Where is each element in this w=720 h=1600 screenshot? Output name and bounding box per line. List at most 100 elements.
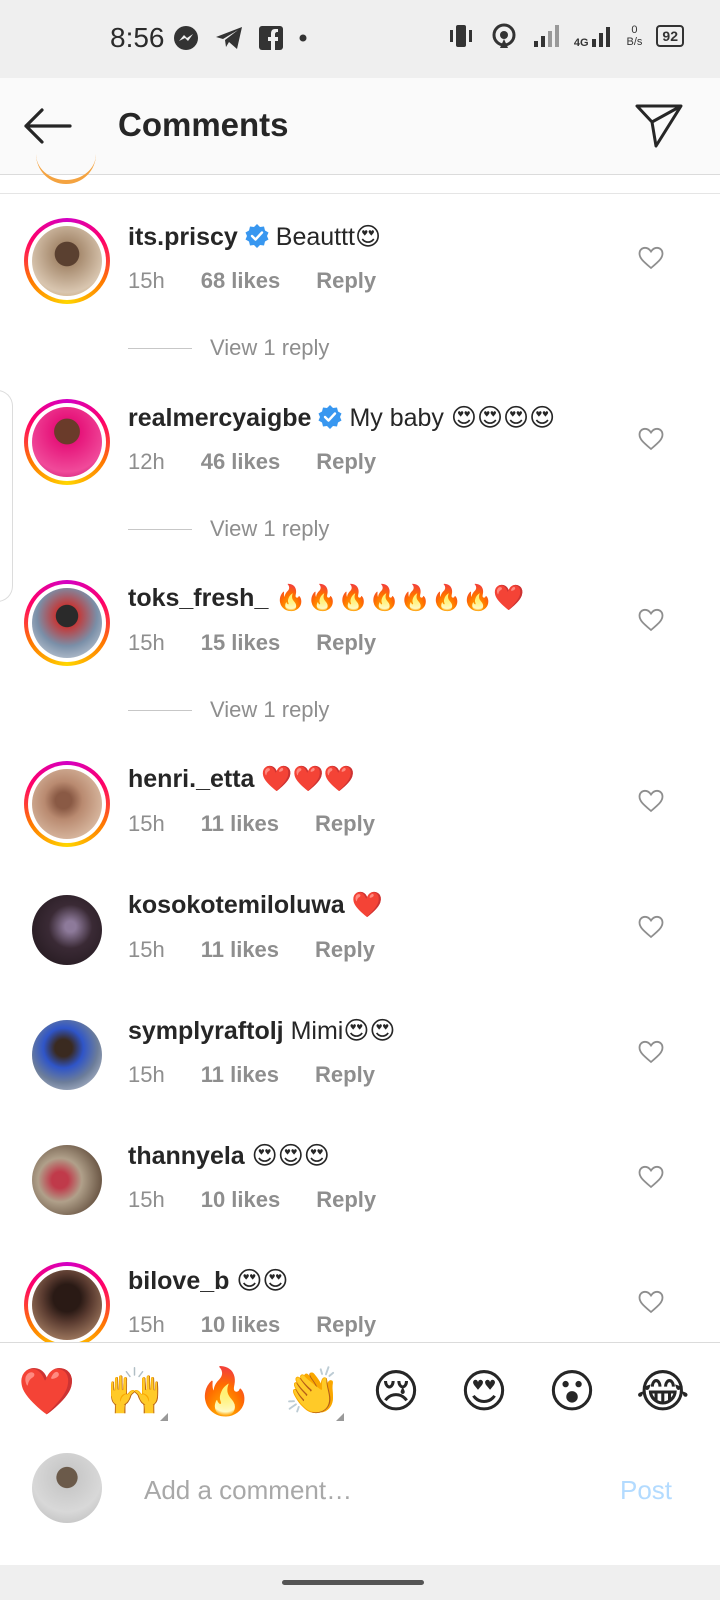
- like-heart-icon[interactable]: [638, 1165, 664, 1189]
- comment-username[interactable]: henri._etta: [128, 765, 254, 793]
- like-heart-icon[interactable]: [638, 427, 664, 451]
- comment-text: its.priscy Beauttt😍: [128, 222, 381, 252]
- comment-time: 15h: [128, 1062, 165, 1087]
- emoji-raising-hands[interactable]: 🙌: [106, 1363, 163, 1419]
- reply-button[interactable]: Reply: [315, 937, 375, 962]
- emoji-crying[interactable]: 😢: [372, 1363, 420, 1419]
- avatar[interactable]: [32, 226, 102, 296]
- reply-button[interactable]: Reply: [316, 449, 376, 474]
- comment-text: realmercyaigbe My baby 😍😍😍😍: [128, 403, 555, 433]
- comment-username[interactable]: kosokotemiloluwa: [128, 891, 345, 919]
- avatar[interactable]: [32, 769, 102, 839]
- comment-text: kosokotemiloluwa ❤️: [128, 891, 383, 920]
- comment-likes[interactable]: 11 likes: [201, 937, 279, 962]
- comment-body: Beauttt😍: [275, 223, 382, 251]
- avatar[interactable]: [32, 1020, 102, 1090]
- comment-input[interactable]: [142, 1469, 586, 1511]
- comment-username[interactable]: toks_fresh_: [128, 584, 268, 612]
- comment-time: 15h: [128, 1187, 165, 1212]
- reply-button[interactable]: Reply: [316, 630, 376, 655]
- emoji-heart[interactable]: ❤️: [18, 1363, 75, 1419]
- comment-time: 15h: [128, 268, 165, 293]
- reply-button[interactable]: Reply: [315, 811, 375, 836]
- comment-meta: 15h 11 likes Reply: [128, 811, 411, 837]
- comment-likes[interactable]: 10 likes: [201, 1187, 281, 1212]
- comment-likes[interactable]: 11 likes: [201, 811, 279, 836]
- verified-badge-icon: [318, 405, 342, 429]
- comment-likes[interactable]: 10 likes: [201, 1312, 281, 1337]
- reply-button[interactable]: Reply: [316, 268, 376, 293]
- comment-body: ❤️: [351, 891, 383, 919]
- comment-body: 😍😍😍: [251, 1142, 330, 1170]
- like-heart-icon[interactable]: [638, 246, 664, 270]
- comment-row: its.priscy Beauttt😍 15h 68 likes Reply: [0, 216, 720, 316]
- like-heart-icon[interactable]: [638, 915, 664, 939]
- view-replies-button[interactable]: View 1 reply: [128, 333, 329, 363]
- avatar-story-ring[interactable]: [24, 399, 110, 485]
- comment-username[interactable]: realmercyaigbe: [128, 404, 311, 432]
- like-heart-icon[interactable]: [638, 789, 664, 813]
- avatar[interactable]: [32, 1145, 102, 1215]
- signal-icon: [533, 25, 559, 47]
- comment-row: toks_fresh_ 🔥🔥🔥🔥🔥🔥🔥❤️ 15h 15 likes Reply: [0, 578, 720, 678]
- comment-meta: 15h 15 likes Reply: [128, 630, 412, 656]
- reply-line: [128, 347, 192, 349]
- avatar-story-ring[interactable]: [24, 218, 110, 304]
- avatar-story-ring[interactable]: [24, 1262, 110, 1348]
- emoji-tears-of-joy[interactable]: 😂: [636, 1363, 690, 1419]
- emoji-heart-eyes[interactable]: 😍: [460, 1363, 508, 1419]
- back-arrow-icon[interactable]: [22, 106, 72, 146]
- avatar[interactable]: [32, 588, 102, 658]
- facebook-icon: [259, 26, 283, 50]
- vibrate-icon: [449, 25, 472, 47]
- avatar[interactable]: [32, 895, 102, 965]
- comment-body: Mimi😍😍: [290, 1017, 396, 1045]
- messenger-icon: [174, 26, 198, 50]
- like-heart-icon[interactable]: [638, 1290, 664, 1314]
- reply-button[interactable]: Reply: [316, 1187, 376, 1212]
- emoji-fire[interactable]: 🔥: [196, 1363, 253, 1419]
- home-gesture-handle[interactable]: [282, 1580, 424, 1585]
- like-heart-icon[interactable]: [638, 1040, 664, 1064]
- status-bar: 8:56 4G 0 B/s 92: [0, 0, 720, 78]
- comment-likes[interactable]: 68 likes: [201, 268, 281, 293]
- telegram-icon: [216, 27, 242, 49]
- comment-body: 🔥🔥🔥🔥🔥🔥🔥❤️: [275, 584, 525, 612]
- view-replies-button[interactable]: View 1 reply: [128, 695, 329, 725]
- comment-likes[interactable]: 46 likes: [201, 449, 281, 474]
- comment-username[interactable]: symplyraftolj: [128, 1017, 284, 1045]
- reply-button[interactable]: Reply: [316, 1312, 376, 1337]
- network-type: 4G: [574, 23, 613, 49]
- comments-header: Comments: [0, 78, 720, 175]
- comment-text: thannyela 😍😍😍: [128, 1141, 330, 1171]
- comment-likes[interactable]: 15 likes: [201, 630, 281, 655]
- comment-time: 15h: [128, 811, 165, 836]
- emoji-surprised[interactable]: 😮: [548, 1363, 596, 1419]
- avatar-story-ring[interactable]: [24, 761, 110, 847]
- comment-username[interactable]: bilove_b: [128, 1267, 229, 1295]
- emoji-clapping[interactable]: 👏: [284, 1363, 341, 1419]
- view-replies-label: View 1 reply: [210, 697, 330, 722]
- network-4g-label: 4G: [573, 37, 589, 49]
- reply-button[interactable]: Reply: [315, 1062, 375, 1087]
- view-replies-button[interactable]: View 1 reply: [128, 514, 329, 544]
- reply-line: [128, 528, 192, 530]
- comment-row: realmercyaigbe My baby 😍😍😍😍 12h 46 likes Re…: [0, 397, 720, 497]
- post-button[interactable]: Post: [620, 1475, 672, 1506]
- avatar[interactable]: [32, 407, 102, 477]
- page-title: Comments: [118, 106, 289, 143]
- direct-send-icon[interactable]: [634, 100, 684, 150]
- comment-username[interactable]: thannyela: [128, 1142, 245, 1170]
- avatar[interactable]: [32, 1270, 102, 1340]
- comment-row: symplyraftolj Mimi😍😍 15h 11 likes Reply: [0, 1010, 720, 1110]
- view-replies-label: View 1 reply: [210, 335, 330, 360]
- comment-row: thannyela 😍😍😍 15h 10 likes Reply: [0, 1135, 720, 1235]
- comment-username[interactable]: its.priscy: [128, 223, 238, 251]
- comment-meta: 15h 10 likes Reply: [128, 1187, 412, 1213]
- comment-body: ❤️❤️❤️: [261, 765, 355, 793]
- like-heart-icon[interactable]: [638, 608, 664, 632]
- avatar-story-ring[interactable]: [24, 580, 110, 666]
- comment-likes[interactable]: 11 likes: [201, 1062, 279, 1087]
- net-speed-value: 0: [631, 24, 638, 36]
- net-speed-unit: B/s: [626, 36, 643, 48]
